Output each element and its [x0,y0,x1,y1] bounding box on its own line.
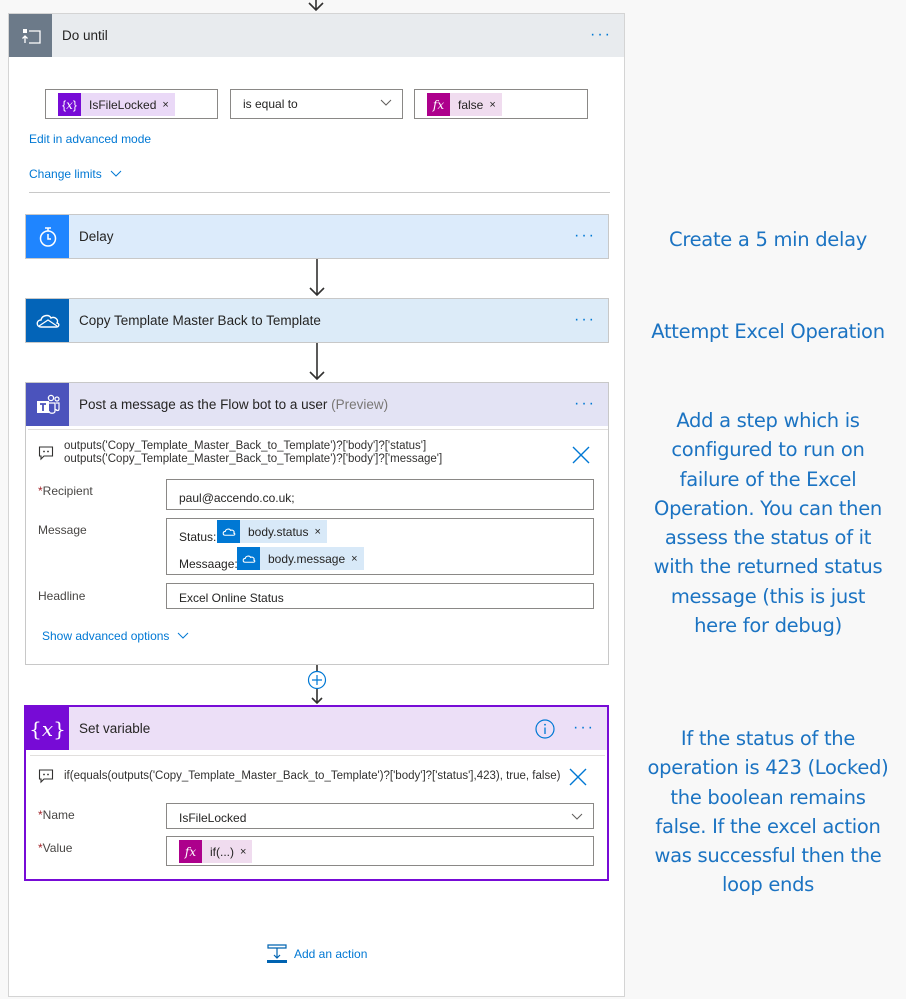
condition-right-input[interactable]: fx false × [414,89,588,119]
remove-token-button[interactable]: × [240,846,252,858]
more-options-button[interactable]: ··· [573,719,595,737]
expression-line-1: outputs('Copy_Template_Master_Back_to_Te… [64,440,427,452]
variable-token-label: IsFileLocked [89,97,157,112]
status-prefix: Status: [179,530,217,544]
status-token-label: body.status [248,524,309,539]
remove-token-button[interactable]: × [162,99,174,111]
condition-left-input[interactable]: {x} IsFileLocked × [45,89,218,119]
close-icon[interactable] [569,768,587,786]
change-limits-label: Change limits [29,167,102,181]
onedrive-icon [26,299,69,342]
chevron-down-icon [380,99,392,106]
info-icon[interactable] [535,719,555,739]
expression-line-2: outputs('Copy_Template_Master_Back_to_Te… [64,453,443,465]
recipient-value: paul@accendo.co.uk; [179,491,295,505]
comment-icon [38,769,54,784]
divider [30,755,605,756]
set-variable-header[interactable]: {x} Set variable ··· [26,707,607,750]
edit-advanced-mode-link[interactable]: Edit in advanced mode [29,132,151,146]
comment-expression: if(equals(outputs('Copy_Template_Master_… [38,769,561,784]
fx-icon: fx [179,840,202,863]
recipient-input[interactable]: paul@accendo.co.uk; [166,479,594,510]
post-message-action-card: Post a message as the Flow bot to a user… [25,382,609,665]
remove-token-button[interactable]: × [314,526,326,538]
more-options-button[interactable]: ··· [574,227,596,245]
do-until-header[interactable]: Do until ··· [9,14,624,57]
value-input[interactable]: fx if(...) × [166,836,594,866]
connector-arrow-icon [309,259,325,297]
copy-action-card[interactable]: Copy Template Master Back to Template ··… [25,298,609,343]
set-variable-action-card: {x} Set variable ··· if(equals(outputs('… [24,705,609,881]
chevron-down-icon [110,170,122,177]
add-action-button[interactable]: Add an action [266,943,367,965]
fx-icon: fx [427,93,450,116]
do-until-card: Do until ··· {x} IsFileLocked × is equal… [8,13,625,997]
variable-icon: {x} [26,707,69,750]
name-select[interactable]: IsFileLocked [166,803,594,829]
note-excel-operation: Attempt Excel Operation [651,320,885,343]
delay-title: Delay [79,229,114,244]
divider [29,192,610,193]
comment-icon [38,446,54,461]
comment-expression: outputs('Copy_Template_Master_Back_to_Te… [38,440,442,466]
show-advanced-options-link[interactable]: Show advanced options [42,629,189,643]
show-advanced-label: Show advanced options [42,629,170,643]
more-options-button[interactable]: ··· [574,311,596,329]
more-options-button[interactable]: ··· [590,26,612,44]
chevron-down-icon [178,632,189,639]
variable-token[interactable]: {x} IsFileLocked × [58,93,175,116]
more-options-button[interactable]: ··· [574,395,596,413]
remove-token-button[interactable]: × [351,553,363,565]
preview-badge: (Preview) [331,397,389,412]
note-delay: Create a 5 min delay [669,228,867,251]
teams-icon [26,383,69,426]
message-token[interactable]: body.message × [237,547,364,570]
post-message-title: Post a message as the Flow bot to a user… [79,397,389,412]
operator-value: is equal to [243,97,298,111]
change-limits-link[interactable]: Change limits [29,167,122,181]
message-prefix: Messaage: [179,557,238,571]
headline-value: Excel Online Status [179,591,284,605]
message-token-label: body.message [268,551,346,566]
value-label: *Value [38,841,73,855]
remove-token-button[interactable]: × [489,99,501,111]
status-token[interactable]: body.status × [217,520,327,543]
message-input[interactable]: Status: body.status × Messaage: body.mes… [166,518,594,575]
note-failure-step: Add a step which is configured to run on… [653,409,883,638]
chevron-down-icon [571,813,583,820]
add-action-icon [267,944,287,963]
delay-action-card[interactable]: Delay ··· [25,214,609,259]
divider [28,429,608,430]
onedrive-icon [237,547,260,570]
connector-arrow-icon [309,343,325,381]
post-message-header[interactable]: Post a message as the Flow bot to a user… [26,383,608,426]
set-variable-title: Set variable [79,721,151,736]
operator-select[interactable]: is equal to [230,89,403,119]
loop-icon [9,14,52,57]
add-action-label: Add an action [294,947,368,961]
recipient-label: *Recipient [38,484,93,498]
add-step-plus-icon[interactable] [307,670,327,690]
expression-text: if(equals(outputs('Copy_Template_Master_… [64,770,561,782]
note-status-check: If the status of the operation is 423 (L… [647,727,889,897]
incoming-arrow-icon [308,0,324,12]
headline-label: Headline [38,589,86,603]
copy-title: Copy Template Master Back to Template [79,313,321,328]
close-icon[interactable] [572,446,590,464]
headline-input[interactable]: Excel Online Status [166,583,594,609]
do-until-title: Do until [62,28,108,43]
variable-icon: {x} [58,93,81,116]
timer-icon [26,215,69,258]
onedrive-icon [217,520,240,543]
name-value: IsFileLocked [179,811,247,825]
message-label: Message [38,523,87,537]
expression-token[interactable]: fx if(...) × [179,840,253,863]
name-label: *Name [38,808,75,822]
expression-token-label: false [458,97,484,112]
expression-token[interactable]: fx false × [427,93,502,116]
value-token-label: if(...) [210,844,234,859]
